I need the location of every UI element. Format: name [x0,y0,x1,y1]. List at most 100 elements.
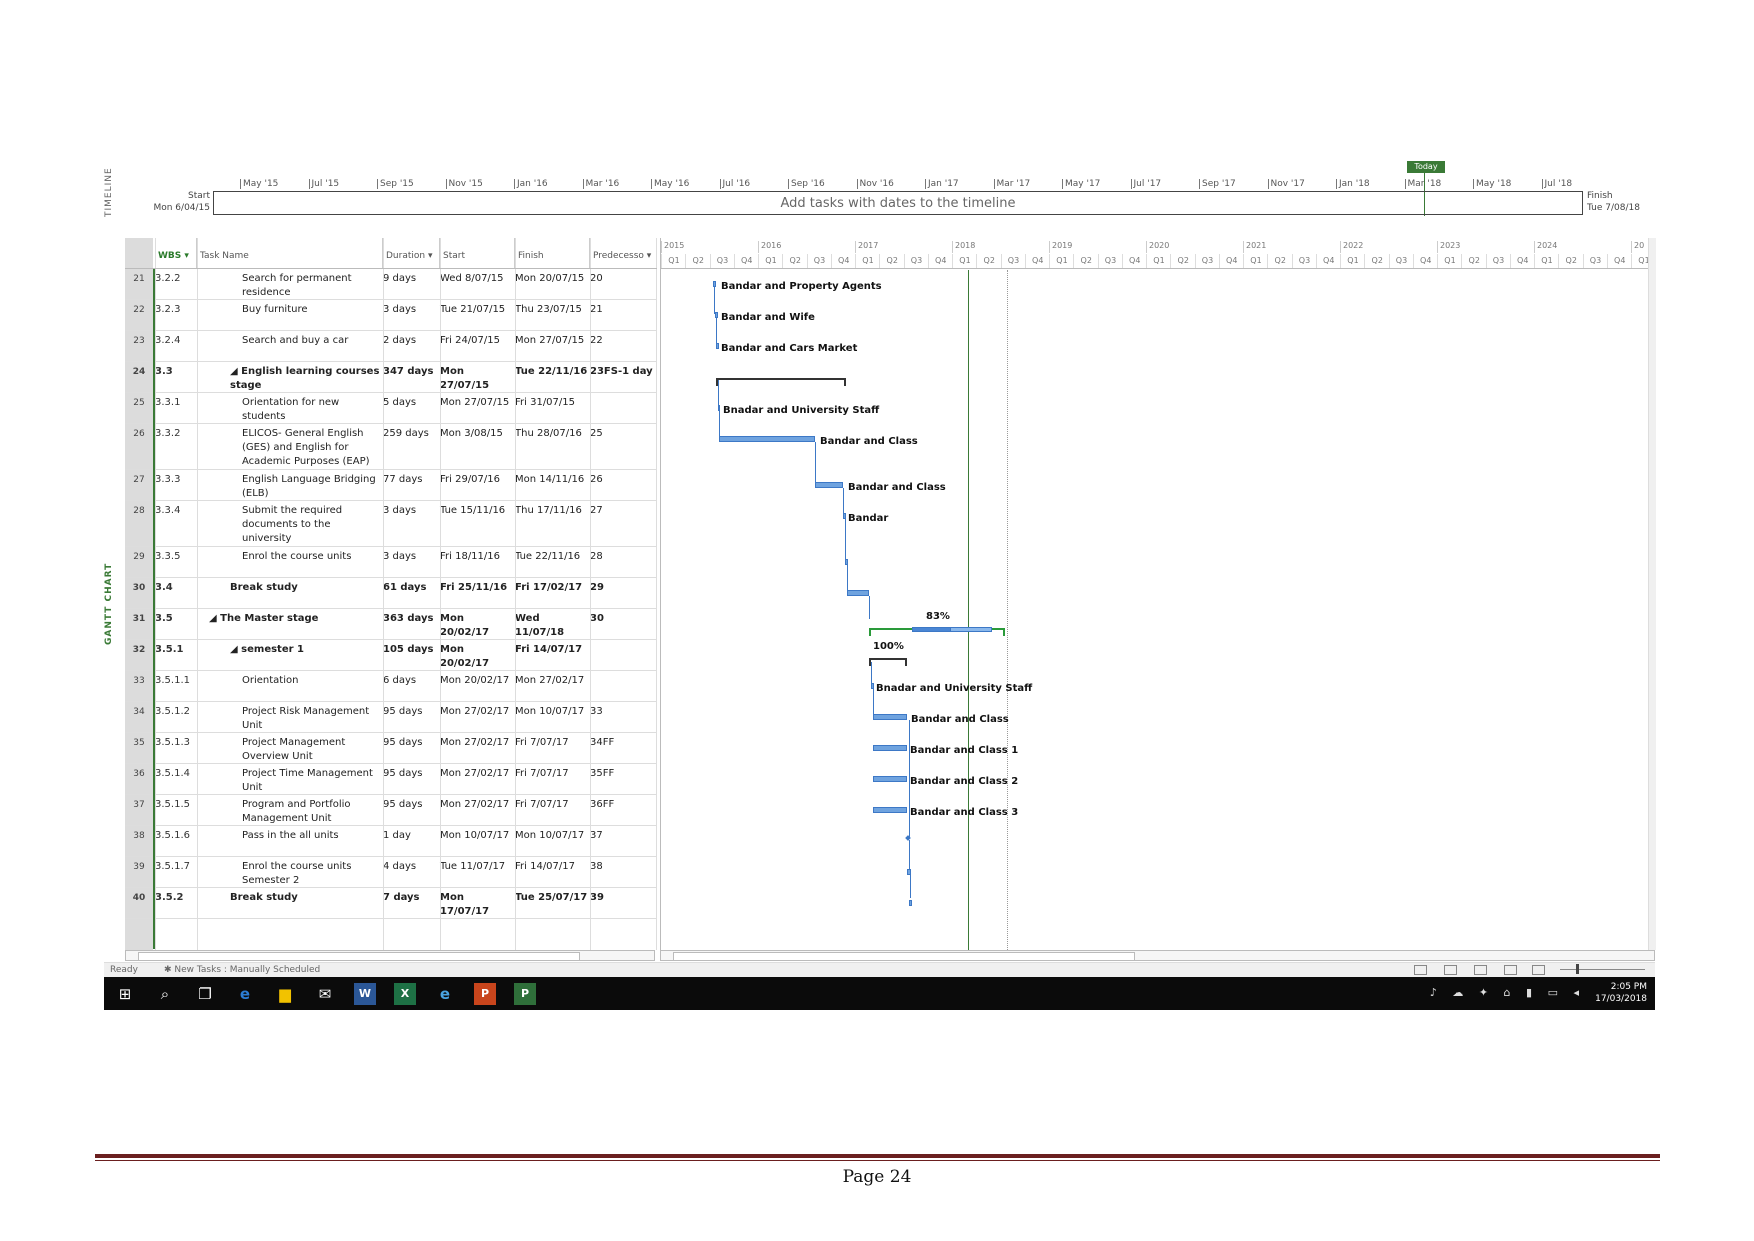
finish-cell[interactable]: Mon 27/07/15 [515,334,589,348]
task-name-cell[interactable]: ◢ English learning courses stage [197,365,382,393]
duration-cell[interactable]: 95 days [383,798,439,812]
dependency-link[interactable] [871,662,872,685]
start-cell[interactable]: Mon 20/02/17 [440,612,514,640]
column-header-task-name[interactable]: Task Name [197,238,383,268]
finish-cell[interactable]: Tue 22/11/16 [515,550,589,564]
task-name-cell[interactable]: Break study [197,891,382,905]
duration-cell[interactable]: 3 days [383,550,439,564]
chart-horizontal-scrollbar[interactable] [660,950,1655,961]
start-cell[interactable]: Tue 15/11/16 [440,504,514,518]
start-cell[interactable]: Tue 21/07/15 [440,303,514,317]
wbs-cell[interactable]: 3.5.1.3 [155,736,195,750]
finish-cell[interactable]: Fri 14/07/17 [515,643,589,657]
new-tasks-mode[interactable]: ✱ New Tasks : Manually Scheduled [164,965,320,975]
word-icon[interactable]: W [354,983,376,1005]
task-name-cell[interactable]: Orientation for new students [197,396,382,424]
edge-icon[interactable]: e [234,983,256,1005]
clock[interactable]: 2:05 PM 17/03/2018 [1595,981,1647,1005]
duration-cell[interactable]: 363 days [383,612,439,626]
finish-cell[interactable]: Wed 11/07/18 [515,612,589,640]
table-row[interactable]: 40 3.5.2 Break study 7 days Mon 17/07/17 Tue … [125,888,657,919]
start-cell[interactable]: Mon 27/07/15 [440,365,514,393]
start-cell[interactable]: Mon 20/02/17 [440,674,514,688]
task-name-cell[interactable]: Search for permanent residence [197,272,382,300]
summary-bar[interactable] [869,658,907,666]
dependency-link[interactable] [909,840,910,869]
wbs-cell[interactable]: 3.3 [155,365,195,379]
start-cell[interactable]: Mon 27/02/17 [440,767,514,781]
table-row[interactable]: 28 3.3.4 Submit the required documents to … [125,501,657,547]
task-bar[interactable] [909,900,912,906]
predecessors-cell[interactable]: 26 [590,473,656,487]
table-row[interactable]: 31 3.5 ◢ The Master stage 363 days Mon 20/02… [125,609,657,640]
task-name-cell[interactable]: ELICOS- General English (GES) and Englis… [197,427,382,469]
dependency-link[interactable] [815,442,816,482]
finish-cell[interactable]: Mon 20/07/15 [515,272,589,286]
task-name-cell[interactable]: Project Management Overview Unit [197,736,382,764]
wbs-cell[interactable]: 3.5.1.6 [155,829,195,843]
table-row[interactable]: 21 3.2.2 Search for permanent residence 9 d… [125,269,657,300]
duration-cell[interactable]: 6 days [383,674,439,688]
dependency-link[interactable] [714,287,715,314]
task-name-cell[interactable]: Buy furniture [197,303,382,317]
wbs-cell[interactable]: 3.2.3 [155,303,195,317]
start-cell[interactable]: Mon 27/02/17 [440,736,514,750]
start-cell[interactable]: Mon 27/02/17 [440,798,514,812]
predecessors-cell[interactable]: 33 [590,705,656,719]
vertical-scrollbar[interactable] [1648,238,1656,950]
start-cell[interactable]: Mon 3/08/15 [440,427,514,441]
dependency-link[interactable] [716,318,717,345]
wbs-cell[interactable]: 3.3.2 [155,427,195,441]
wbs-cell[interactable]: 3.3.3 [155,473,195,487]
predecessors-cell[interactable]: 36FF [590,798,656,812]
finish-cell[interactable]: Fri 7/07/17 [515,798,589,812]
wbs-cell[interactable]: 3.5.1.1 [155,674,195,688]
dependency-link[interactable] [873,689,874,714]
table-row[interactable]: 24 3.3 ◢ English learning courses stage 347… [125,362,657,393]
duration-cell[interactable]: 95 days [383,705,439,719]
duration-cell[interactable]: 9 days [383,272,439,286]
powerpoint-icon[interactable]: P [474,983,496,1005]
wbs-cell[interactable]: 3.3.1 [155,396,195,410]
start-cell[interactable]: Mon 20/02/17 [440,643,514,671]
finish-cell[interactable]: Fri 31/07/15 [515,396,589,410]
column-header-wbs[interactable]: WBS ▾ [155,238,197,268]
wbs-cell[interactable]: 3.5.1 [155,643,195,657]
column-header-start[interactable]: Start [440,238,515,268]
table-row[interactable]: 23 3.2.4 Search and buy a car 2 days Fri 24/… [125,331,657,362]
table-row[interactable]: 35 3.5.1.3 Project Management Overview Uni… [125,733,657,764]
task-name-cell[interactable]: Search and buy a car [197,334,382,348]
duration-cell[interactable]: 347 days [383,365,439,379]
table-row[interactable]: 25 3.3.1 Orientation for new students 5 day… [125,393,657,424]
resource-sheet-view-icon[interactable] [1504,965,1517,975]
dependency-link[interactable] [719,411,720,436]
predecessors-cell[interactable]: 37 [590,829,656,843]
task-name-cell[interactable]: ◢ semester 1 [197,643,382,657]
wbs-cell[interactable]: 3.5.2 [155,891,195,905]
task-bar[interactable] [716,343,719,349]
windows-start-icon[interactable]: ⊞ [114,983,136,1005]
finish-cell[interactable]: Mon 14/11/16 [515,473,589,487]
dependency-link[interactable] [869,596,870,619]
zoom-slider[interactable] [1560,969,1645,970]
predecessors-cell[interactable]: 39 [590,891,656,905]
start-cell[interactable]: Fri 24/07/15 [440,334,514,348]
predecessors-cell[interactable]: 28 [590,550,656,564]
finish-cell[interactable]: Thu 23/07/15 [515,303,589,317]
task-bar[interactable] [719,436,815,442]
duration-cell[interactable]: 61 days [383,581,439,595]
task-name-cell[interactable]: Enrol the course units Semester 2 [197,860,382,888]
start-cell[interactable]: Mon 17/07/17 [440,891,514,919]
finish-cell[interactable]: Thu 28/07/16 [515,427,589,441]
table-horizontal-scrollbar[interactable] [125,950,655,961]
wbs-cell[interactable]: 3.2.4 [155,334,195,348]
start-cell[interactable]: Wed 8/07/15 [440,272,514,286]
table-row[interactable]: 38 3.5.1.6 Pass in the all units 1 day Mon 1… [125,826,657,857]
table-row[interactable]: 29 3.3.5 Enrol the course units 3 days Fri 1… [125,547,657,578]
wbs-cell[interactable]: 3.5.1.7 [155,860,195,874]
column-header-predecessors[interactable]: Predecesso ▾ [590,238,657,268]
internet-explorer-icon[interactable]: e [434,983,456,1005]
finish-cell[interactable]: Fri 7/07/17 [515,767,589,781]
task-name-cell[interactable]: English Language Bridging (ELB) [197,473,382,501]
wbs-cell[interactable]: 3.5.1.4 [155,767,195,781]
